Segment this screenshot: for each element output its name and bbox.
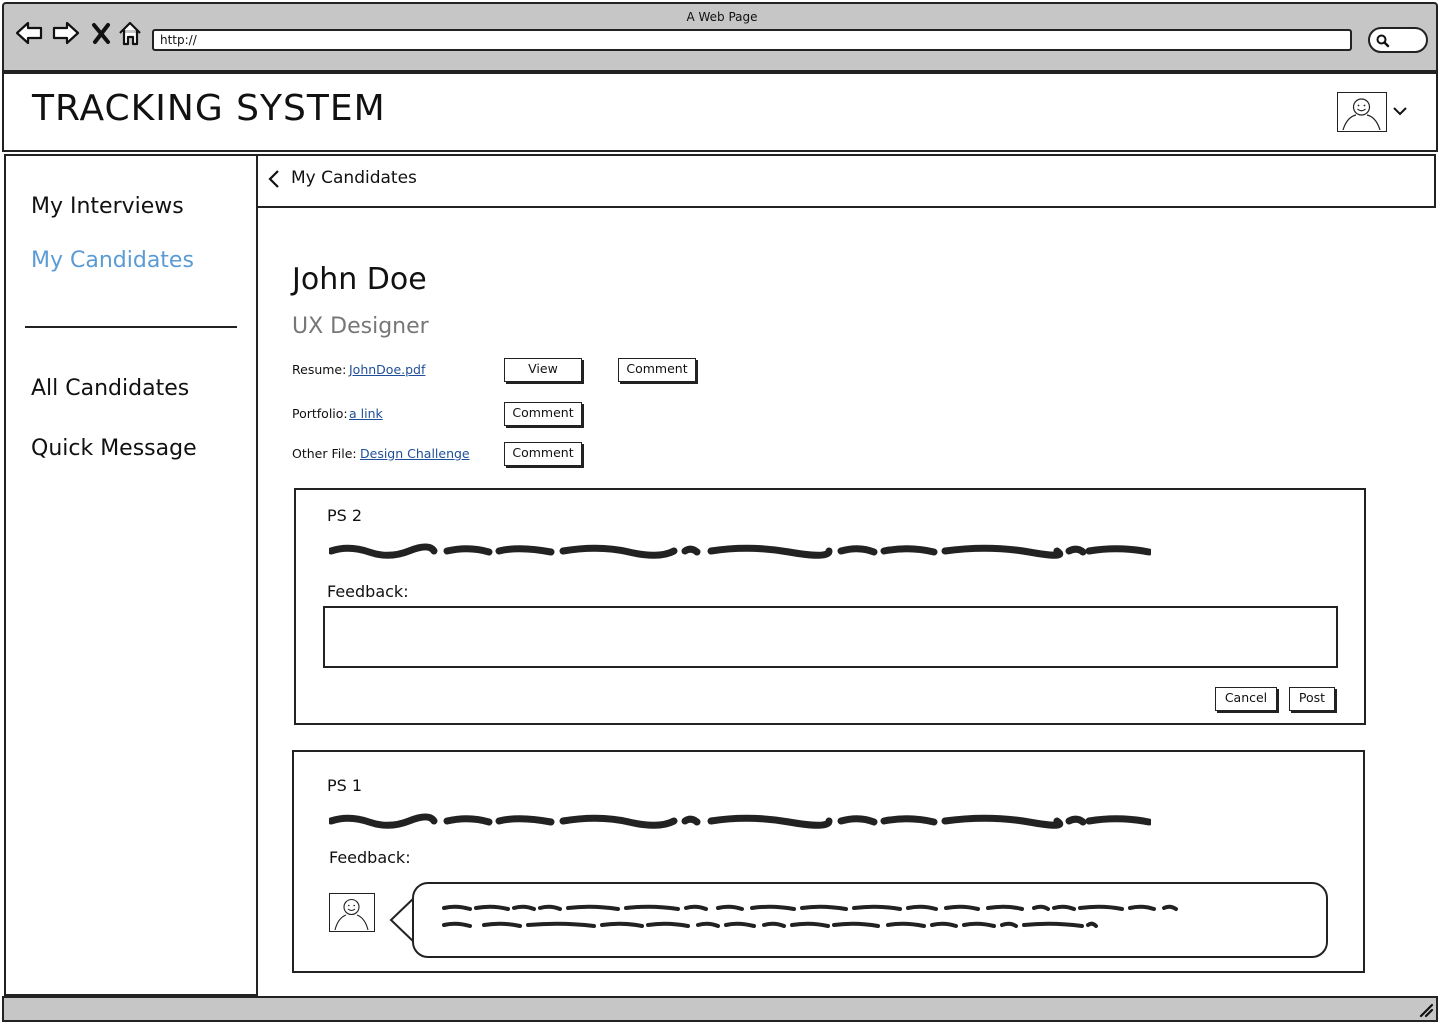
resume-comment-button[interactable]: Comment (618, 358, 696, 382)
breadcrumb-my-candidates[interactable]: My Candidates (291, 168, 417, 188)
chevron-down-icon[interactable] (1390, 100, 1410, 120)
ps2-redacted-text (329, 543, 1151, 559)
portfolio-label: Portfolio: (292, 406, 348, 421)
sidebar-item-my-interviews[interactable]: My Interviews (31, 194, 184, 219)
candidate-name: John Doe (292, 262, 427, 297)
forward-arrow-icon[interactable] (51, 18, 81, 48)
portfolio-link[interactable]: a link (349, 406, 383, 421)
post-button[interactable]: Post (1289, 687, 1335, 711)
comment-redacted-text (442, 904, 1178, 928)
other-file-comment-button[interactable]: Comment (504, 442, 582, 466)
back-arrow-icon[interactable] (14, 18, 44, 48)
browser-search-box[interactable] (1368, 27, 1428, 53)
user-avatar[interactable] (1337, 92, 1387, 132)
portfolio-comment-button[interactable]: Comment (504, 402, 582, 426)
url-bar[interactable]: http:// (152, 29, 1352, 51)
user-avatar-icon (334, 898, 369, 931)
candidate-role: UX Designer (292, 314, 429, 339)
sidebar-item-quick-message[interactable]: Quick Message (31, 436, 197, 461)
resize-grip-icon[interactable] (1418, 1002, 1434, 1018)
resume-label: Resume: (292, 362, 347, 377)
other-file-label: Other File: (292, 446, 357, 461)
window-title: A Web Page (686, 10, 758, 24)
ps1-title: PS 1 (327, 776, 363, 795)
resume-link[interactable]: JohnDoe.pdf (349, 362, 425, 377)
browser-status-bar (2, 996, 1438, 1022)
other-file-link[interactable]: Design Challenge (360, 446, 470, 461)
sidebar-item-all-candidates[interactable]: All Candidates (31, 376, 189, 401)
cancel-button[interactable]: Cancel (1215, 687, 1277, 711)
close-icon[interactable] (88, 18, 118, 48)
sidebar (4, 154, 258, 996)
home-icon[interactable] (116, 18, 146, 48)
sidebar-divider (25, 326, 237, 328)
sidebar-item-my-candidates[interactable]: My Candidates (31, 248, 194, 273)
ps2-feedback-label: Feedback: (327, 582, 409, 601)
search-icon (1376, 34, 1390, 48)
ps2-feedback-input[interactable] (323, 606, 1338, 668)
app-title: TRACKING SYSTEM (32, 88, 386, 129)
ps1-feedback-label: Feedback: (329, 848, 411, 867)
commenter-avatar (329, 893, 375, 932)
resume-view-button[interactable]: View (504, 358, 582, 382)
breadcrumb (256, 154, 1436, 208)
chevron-left-icon[interactable] (266, 168, 282, 190)
ps2-title: PS 2 (327, 506, 363, 525)
ps1-redacted-text (329, 813, 1151, 829)
feedback-comment-bubble (412, 882, 1328, 958)
user-avatar-icon (1342, 98, 1381, 131)
